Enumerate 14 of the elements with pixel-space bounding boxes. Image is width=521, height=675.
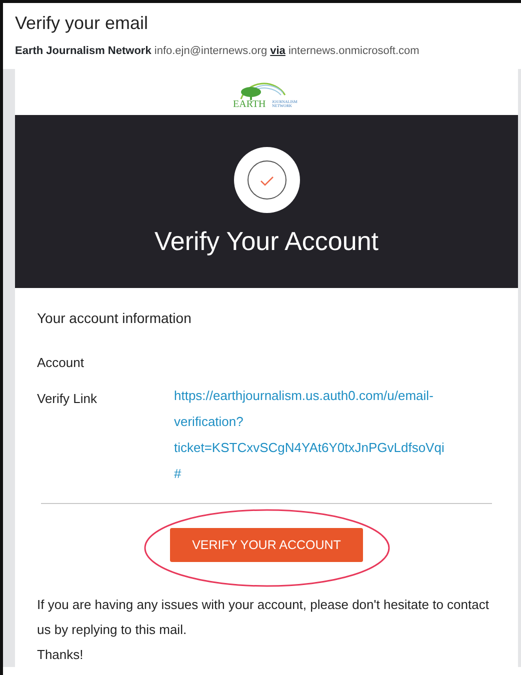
email-subject: Verify your email bbox=[14, 12, 150, 35]
info-heading: Your account information bbox=[37, 309, 192, 328]
field-label: Verify Link bbox=[37, 390, 98, 408]
verify-button[interactable]: VERIFY YOUR ACCOUNT bbox=[170, 528, 363, 562]
message-text: If you are having any issues with your account, please don't hesitate to contact us by replying to this mail. bbox=[37, 596, 490, 640]
sender-name: Earth Journalism Network bbox=[15, 44, 152, 57]
sender-email: info.ejn@internews.org bbox=[154, 44, 268, 57]
verify-link[interactable]: https://earthjournalism.us.auth0.com/u/email-verification?ticket=KSTCxvSCgN4YAt6Y0txJnPGvLdfsoVqi# bbox=[174, 382, 449, 487]
via-link[interactable]: via bbox=[270, 44, 286, 57]
field-label: Account bbox=[37, 354, 85, 372]
sender-domain: internews.onmicrosoft.com bbox=[288, 44, 420, 57]
check-circle-icon bbox=[232, 146, 300, 214]
closing-text: Thanks! bbox=[37, 646, 84, 664]
hero-title: Verify Your Account bbox=[154, 226, 379, 258]
